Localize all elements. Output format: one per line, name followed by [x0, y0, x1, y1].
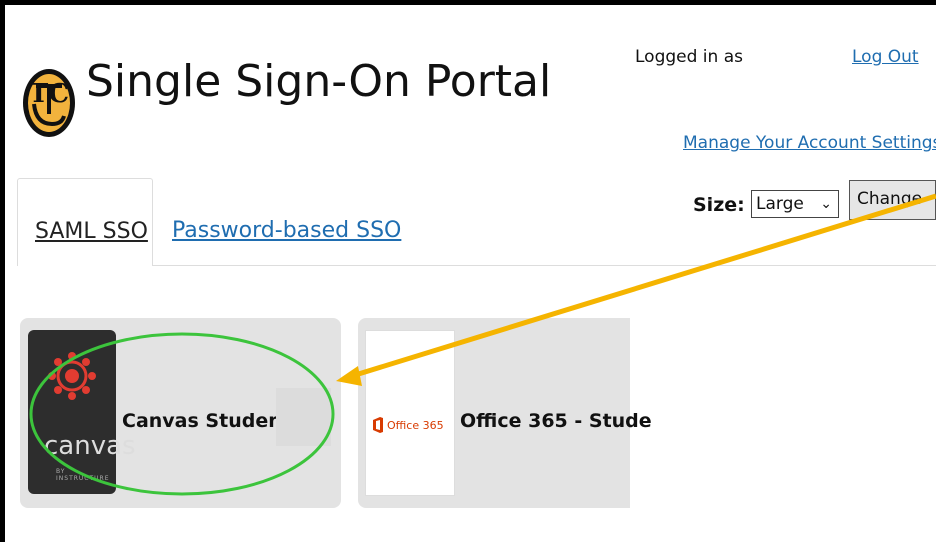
office-door-icon	[373, 417, 383, 433]
size-label: Size:	[693, 194, 745, 216]
canvas-logo-text: canvas	[44, 431, 136, 461]
page-title: Single Sign-On Portal	[86, 56, 552, 107]
manage-account-link[interactable]: Manage Your Account Settings	[683, 133, 936, 153]
office365-logo: Office 365	[372, 417, 444, 433]
canvas-logo-subtext: BY INSTRUCTURE	[56, 468, 110, 482]
tab-password-based-sso[interactable]: Password-based SSO	[172, 218, 401, 243]
tab-saml-sso-label: SAML SSO	[35, 219, 148, 244]
canvas-ring-icon	[48, 352, 96, 400]
size-select[interactable]: Large ⌄	[751, 190, 839, 218]
canvas-logo-icon: canvas BY INSTRUCTURE	[28, 330, 136, 494]
college-logo-icon: TC	[23, 69, 75, 137]
office365-logo-icon: Office 365	[365, 330, 455, 496]
logged-in-label: Logged in as	[635, 47, 743, 67]
logout-link[interactable]: Log Out	[852, 47, 919, 67]
change-button[interactable]: Change	[849, 180, 936, 220]
size-select-value: Large	[756, 194, 804, 214]
app-tile-office-365[interactable]: Office 365 Office 365 - Stude	[358, 318, 652, 508]
tab-divider	[153, 265, 936, 266]
office365-logo-text: Office 365	[387, 418, 444, 432]
tile-shade	[276, 388, 331, 446]
app-name-office-365: Office 365 - Stude	[460, 410, 652, 432]
chevron-down-icon: ⌄	[820, 196, 832, 212]
app-name-canvas-student: Canvas Student	[122, 410, 291, 432]
app-tile-canvas-student[interactable]: canvas BY INSTRUCTURE Canvas Student	[20, 318, 341, 508]
tab-saml-sso[interactable]: SAML SSO	[17, 178, 153, 266]
